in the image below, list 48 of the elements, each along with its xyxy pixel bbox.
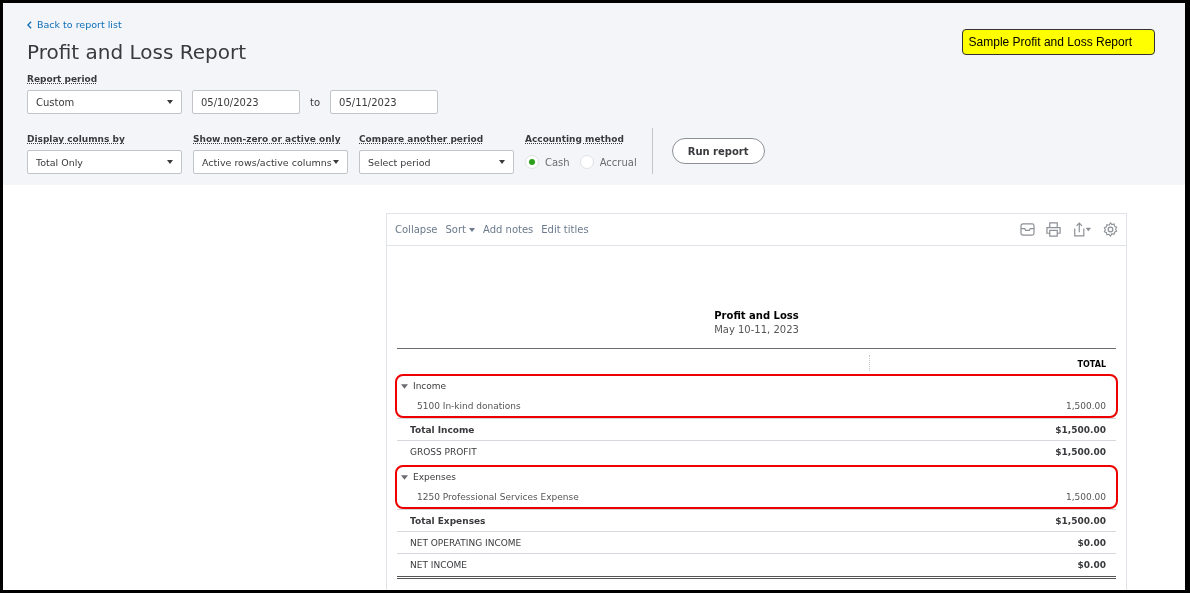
page-title: Profit and Loss Report [27,40,248,64]
filter-dropdown[interactable]: Active rows/active columns [193,150,348,174]
period-dropdown[interactable]: Custom [27,90,182,114]
chevron-left-icon [27,20,32,29]
field-label: Display columns by [27,134,126,144]
table-cell: 1250 Professional Services Expense [417,492,579,502]
email-icon[interactable] [1020,223,1035,236]
toolbar-link[interactable]: Add notes [483,224,534,235]
table-cell: Total Income [410,424,475,435]
report-title: Profit and Loss [713,310,800,321]
toolbar-link[interactable]: Edit titles [541,224,589,235]
print-icon[interactable] [1046,222,1061,237]
toolbar-link[interactable]: Collapse [395,224,438,235]
toolbar-link[interactable]: Sort [445,224,475,235]
table-cell: NET OPERATING INCOME [410,537,522,548]
caret-icon[interactable] [401,383,408,389]
table-cell: Total Expenses [410,515,486,526]
radio-option[interactable]: Cash [525,155,570,169]
callout-note: Sample Profit and Loss Report [961,29,1155,55]
column-header: TOTAL [1077,360,1106,371]
settings-icon[interactable] [1103,222,1118,237]
filter-dropdown[interactable]: Select period [359,150,514,174]
table-cell: Expenses [413,472,456,482]
caret-icon[interactable] [401,474,408,480]
date-field[interactable]: 05/11/2023 [330,90,439,114]
table-cell: NET INCOME [410,559,467,570]
date-field[interactable]: 05/10/2023 [192,90,300,114]
table-cell: GROSS PROFIT [410,446,477,457]
table-cell: $0.00 [1077,537,1106,548]
to-label: to [310,96,321,108]
field-label: Show non-zero or active only [193,134,342,144]
table-cell: Income [413,381,447,391]
run-report-button[interactable]: Run report [671,138,765,164]
field-label: Accounting method [525,134,625,144]
table-cell: $1,500.00 [1055,424,1106,435]
table-cell: $1,500.00 [1055,446,1106,457]
export-icon[interactable] [1072,222,1092,237]
field-label: Compare another period [359,134,485,144]
table-cell: 1,500.00 [1065,492,1106,502]
filter-dropdown[interactable]: Total Only [27,150,182,174]
radio-option[interactable]: Accrual [579,155,637,169]
back-link[interactable]: Back to report list [27,19,765,30]
table-cell: 1,500.00 [1065,401,1106,411]
field-label: Report period [27,74,99,84]
report-period: May 10-11, 2023 [713,324,800,335]
table-cell: 5100 In-kind donations [417,401,521,411]
table-cell: $1,500.00 [1055,515,1106,526]
table-cell: $0.00 [1077,559,1106,570]
